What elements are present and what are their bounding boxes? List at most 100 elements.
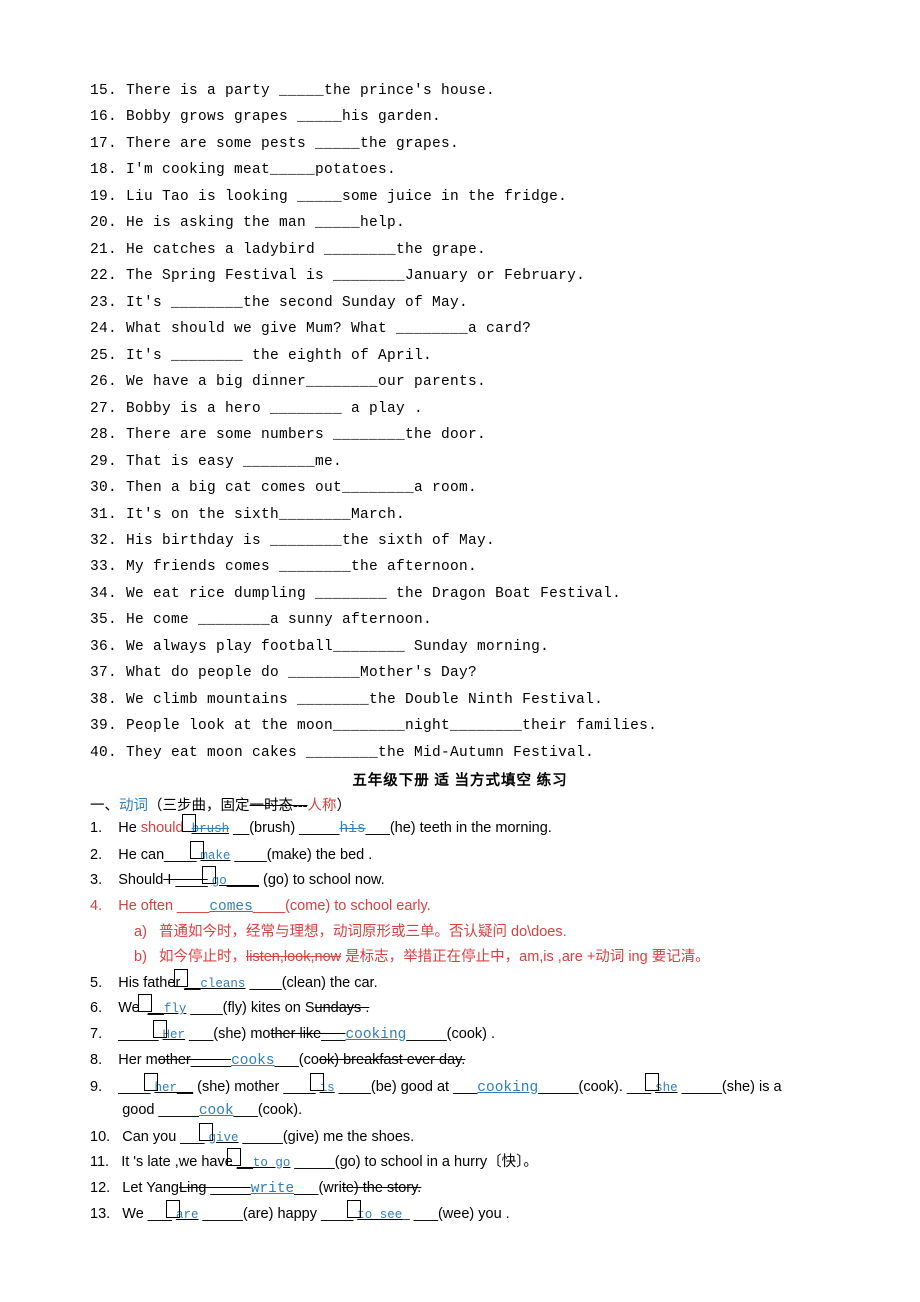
text: ____(make) the bed . <box>234 847 372 863</box>
text: good _____ <box>122 1102 199 1118</box>
question-line: 15. There is a party _____the prince's h… <box>90 80 830 102</box>
text: Her m <box>118 1052 157 1068</box>
answer-box: is <box>316 1076 339 1098</box>
text: Can you ___ <box>122 1129 204 1145</box>
item-number: 4. <box>90 898 102 914</box>
text: Should <box>118 872 163 888</box>
text: He <box>118 820 141 836</box>
question-line: 22. The Spring Festival is ________Janua… <box>90 265 830 287</box>
head-person: 人称 <box>308 798 337 814</box>
answer: cook <box>199 1103 234 1119</box>
question-line: 29. That is easy ________me. <box>90 451 830 473</box>
text-red: should <box>141 820 188 836</box>
answer: cleans <box>200 977 245 991</box>
answer-box: __to go <box>233 1151 295 1173</box>
item-number: 7. <box>90 1026 102 1042</box>
question-line: 26. We have a big dinner________our pare… <box>90 371 830 393</box>
text: (she) mother ____ <box>197 1079 315 1095</box>
text: _____(give) me the shoes. <box>243 1129 415 1145</box>
question-line: 38. We climb mountains ________the Doubl… <box>90 689 830 711</box>
answer: cooking <box>345 1027 406 1043</box>
item-number: 10. <box>90 1129 110 1145</box>
text: ___(co <box>275 1052 319 1068</box>
text: Let Yang <box>122 1180 179 1196</box>
answer: cooking <box>477 1080 538 1096</box>
list-item: 4. He often ____comes____(come) to schoo… <box>90 895 830 918</box>
item-number: 13. <box>90 1206 110 1222</box>
question-line: 25. It's ________ the eighth of April. <box>90 345 830 367</box>
item-number: 1. <box>90 820 102 836</box>
answer-box: her__ <box>150 1076 197 1098</box>
text: (he) teeth in the morning. <box>390 820 552 836</box>
question-line: 19. Liu Tao is looking _____some juice i… <box>90 186 830 208</box>
questions-15-40: 15. There is a party _____the prince's h… <box>90 80 830 764</box>
text: ____(be) good at ___ <box>339 1079 478 1095</box>
answer-box: __cleans <box>180 972 249 994</box>
exercise-list: 1. He should brush__(brush) _____his___(… <box>90 817 830 1226</box>
answer: fly <box>164 1002 187 1016</box>
answer-box: __fly <box>144 997 191 1019</box>
item-number: 3. <box>90 872 102 888</box>
text: (brush) _____ <box>249 820 339 836</box>
text: ___(cook). <box>234 1102 303 1118</box>
list-item: 7. _____Her___(she) mother like___cookin… <box>90 1023 830 1046</box>
text: ___(she) mo <box>189 1026 270 1042</box>
text: ___(wee) you . <box>414 1206 510 1222</box>
text: His father <box>118 975 180 991</box>
answer-box: she <box>651 1076 682 1098</box>
question-line: 18. I'm cooking meat_____potatoes. <box>90 159 830 181</box>
answer: to go <box>253 1156 291 1170</box>
text-strike: undays . <box>315 1000 370 1016</box>
text: _____(cook). ___ <box>538 1079 651 1095</box>
item-number: 5. <box>90 975 102 991</box>
list-item: 10. Can you ___ give _____(give) me the sh… <box>90 1126 830 1148</box>
question-line: 37. What do people do ________Mother's D… <box>90 662 830 684</box>
question-line: 16. Bobby grows grapes _____his garden. <box>90 106 830 128</box>
question-line: 17. There are some pests _____the grapes… <box>90 133 830 155</box>
question-line: 28. There are some numbers ________the d… <box>90 424 830 446</box>
answer: are <box>176 1208 199 1222</box>
question-line: 35. He come ________a sunny afternoon. <box>90 609 830 631</box>
text: ____(fly) kites on S <box>190 1000 314 1016</box>
question-line: 31. It's on the sixth________March. <box>90 504 830 526</box>
question-line: 27. Bobby is a hero ________ a play . <box>90 398 830 420</box>
section-heading: 一、动词（三步曲，固定一时态---人称） <box>90 795 830 817</box>
head-post: ） <box>337 798 352 814</box>
head-pre: 一、 <box>90 798 119 814</box>
text: 如今停止时， <box>159 949 246 965</box>
head-strike: 一时态--- <box>250 798 308 814</box>
text-strike: ok) breakfast ever day. <box>319 1052 465 1068</box>
text: We ___ <box>122 1206 172 1222</box>
text: 是标志，举措正在停止中，am,is ,are +动词 ing 要记清。 <box>341 949 710 965</box>
text-strike: Ling _____ <box>179 1180 251 1196</box>
item-number: 12. <box>90 1180 110 1196</box>
answer: go <box>212 874 227 888</box>
answer: is <box>320 1081 335 1095</box>
text: ____(come) to school early. <box>253 898 431 914</box>
answer-box: Her <box>159 1023 190 1045</box>
answer: comes <box>209 899 253 915</box>
text: It 's late ,we have <box>121 1154 233 1170</box>
answer: give <box>209 1131 239 1145</box>
answer: his <box>340 821 366 837</box>
text: 普通如今时，经常与理想，动词原形或三单。否认疑问 do\does. <box>159 924 567 940</box>
text: ____(clean) the car. <box>249 975 377 991</box>
list-item: 11. It 's late ,we have__to go_____(go) … <box>90 1151 830 1173</box>
list-item: 6. We __fly____(fly) kites on Sundays . <box>90 997 830 1019</box>
text-strike: ther like___ <box>270 1026 345 1042</box>
question-line: 23. It's ________the second Sunday of Ma… <box>90 292 830 314</box>
text: ___(wri <box>294 1180 342 1196</box>
text: _____(cook) . <box>406 1026 495 1042</box>
answer: she <box>655 1081 678 1095</box>
answer-box: to see_ <box>353 1203 414 1225</box>
answer: write <box>251 1181 295 1197</box>
sub-item: b) 如今停止时，listen,look,now 是标志，举措正在停止中，am,… <box>90 946 830 968</box>
answer-box: brush <box>188 817 234 839</box>
list-item: 3. Should I ____go____(go) to school now… <box>90 869 830 891</box>
question-line: 33. My friends comes ________the afterno… <box>90 556 830 578</box>
sub-number: a) <box>134 924 147 940</box>
section-title: 五年级下册 适 当方式填空 练习 <box>90 770 830 792</box>
text: _____(go) to school in a hurry〔快〕。 <box>294 1154 537 1170</box>
question-line: 39. People look at the moon________night… <box>90 715 830 737</box>
text-strike: listen,look,now <box>246 949 341 965</box>
